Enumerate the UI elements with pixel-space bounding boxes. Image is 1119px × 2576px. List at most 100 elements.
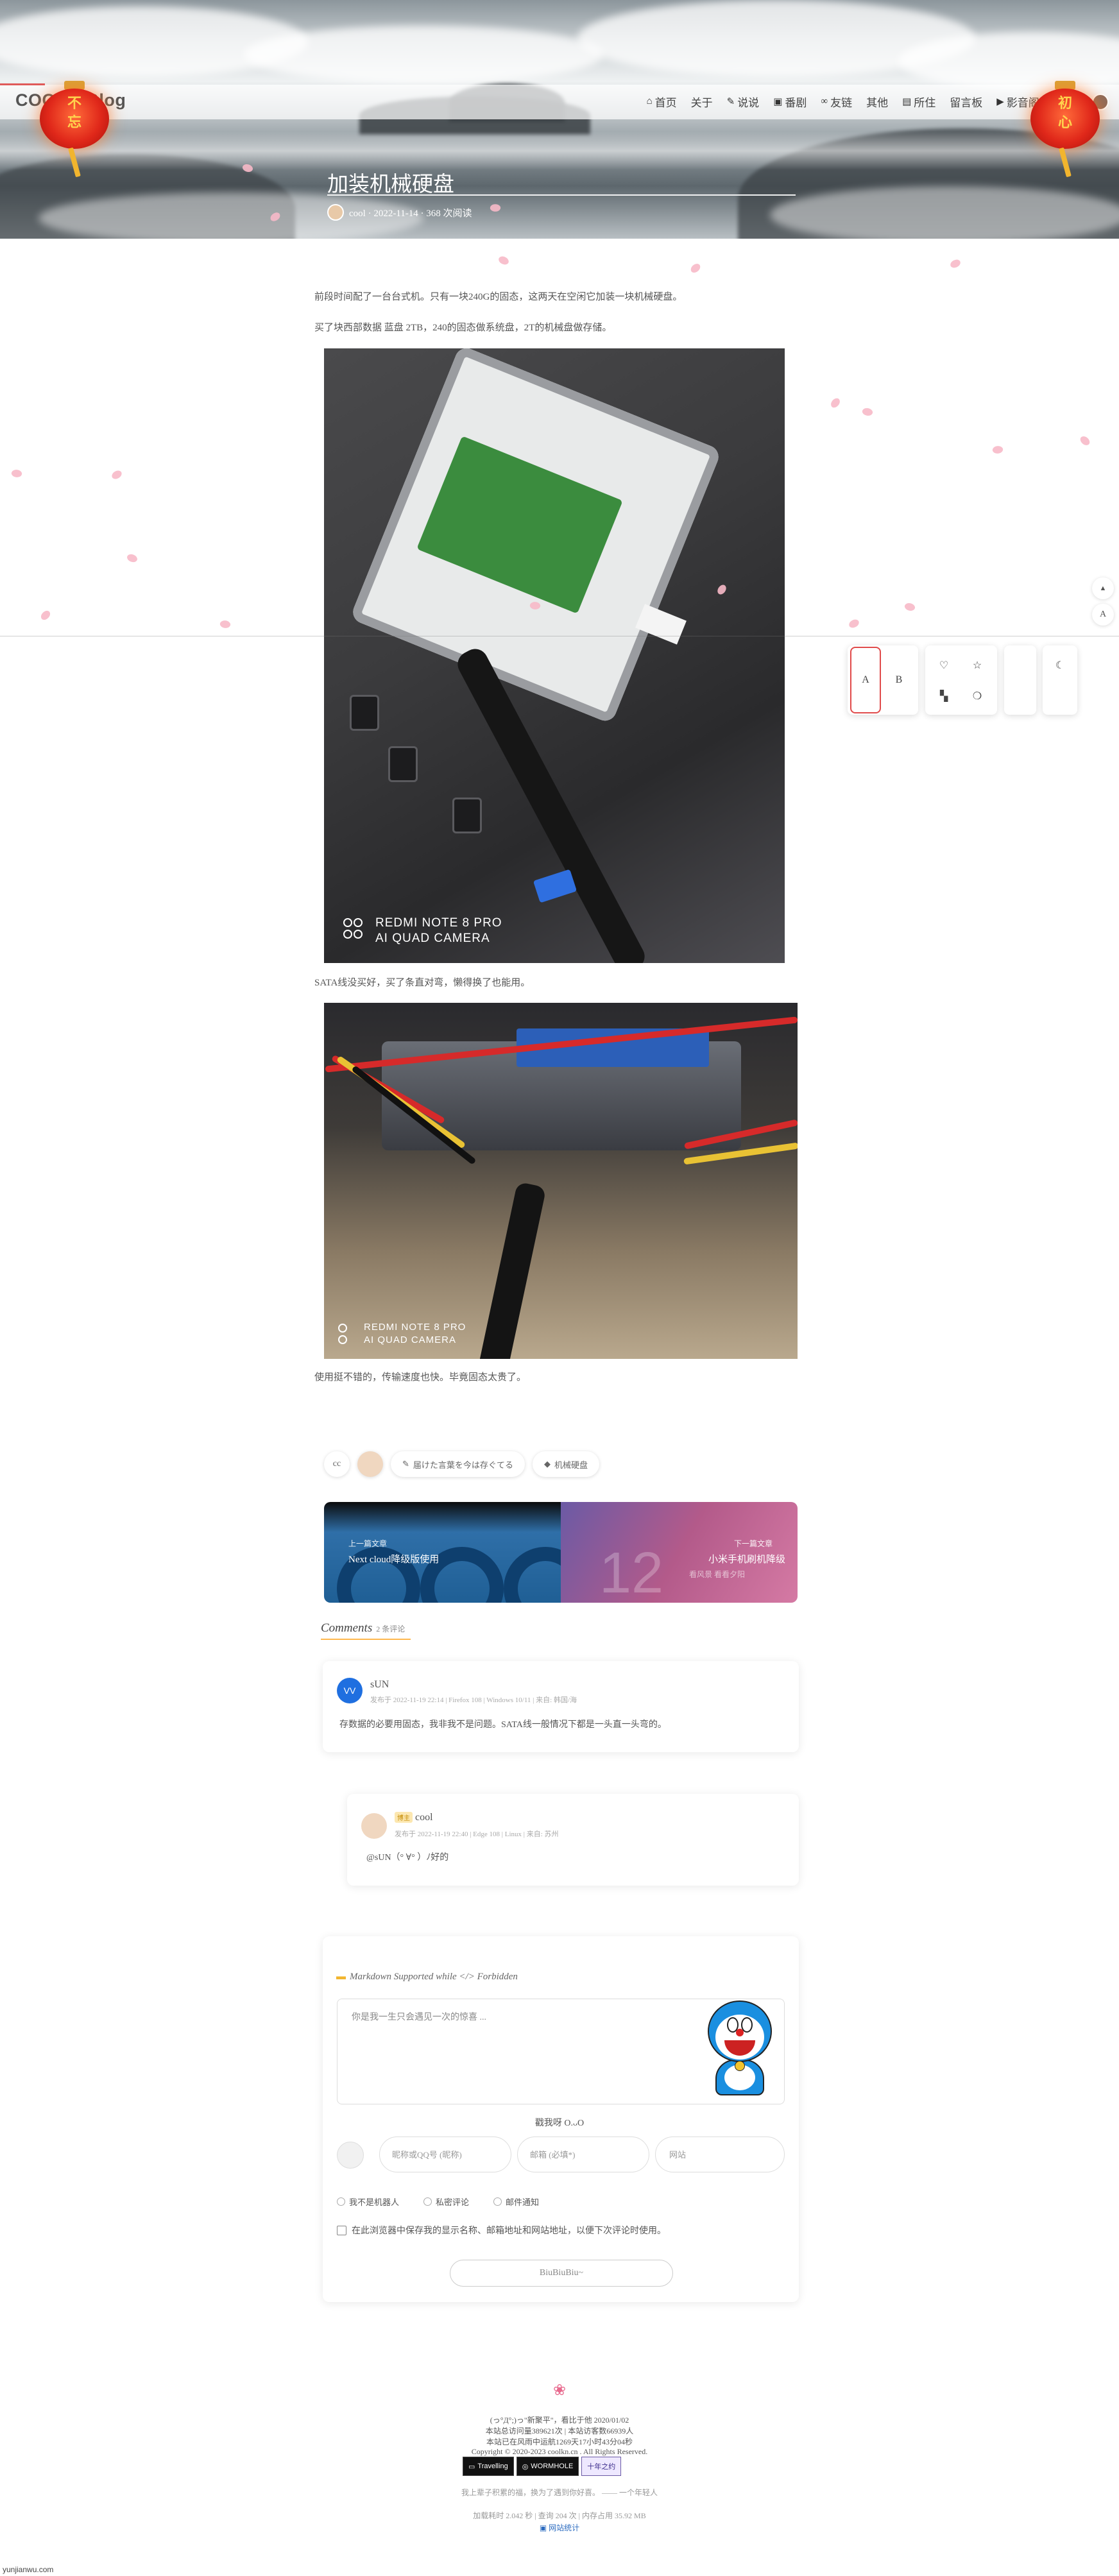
wormhole-icon: ◎ (522, 2462, 529, 2471)
comment-placeholder: 你是我一生只会遇见一次的惊喜 ... (352, 2013, 486, 2022)
star-icon[interactable]: ☆ (962, 651, 992, 680)
nav-item-shuoshuo[interactable]: ✎ 说说 (727, 94, 760, 110)
ten-year-badge[interactable]: 十年之约 (581, 2457, 622, 2476)
photo-watermark-2: REDMI NOTE 8 PRO AI QUAD CAMERA (364, 1322, 466, 1345)
chat-icon: ✎ (726, 97, 735, 107)
nav-item-about[interactable]: 关于 (691, 94, 713, 110)
post-meta: cool · 2022-11-14 · 368 次阅读 (327, 204, 472, 221)
link-icon: ∞ (821, 96, 828, 107)
post-title: 加装机械硬盘 (327, 173, 454, 196)
nav-item-other[interactable]: 其他 (866, 94, 888, 110)
play-icon: ▶ (996, 97, 1004, 107)
nav-menu: ⌂首页 关于 ✎说说 ▣番剧 ∞友链 其他 ▤所住 留言板 ▶影音阁 ▦归档 (647, 94, 1087, 110)
option-email-notify[interactable]: 邮件通知 (493, 2196, 539, 2208)
photo-watermark: REDMI NOTE 8 PRO AI QUAD CAMERA (375, 916, 502, 945)
author-avatar[interactable] (327, 204, 344, 221)
comment-card: VV sUN 发布于 2022-11-19 22:14 | Firefox 10… (323, 1661, 799, 1752)
font-size-button[interactable]: A (1092, 604, 1114, 626)
option-private[interactable]: 私密评论 (423, 2196, 469, 2208)
nav-item-guestbook[interactable]: 留言板 (950, 94, 982, 110)
cc-license-icon[interactable]: cc (324, 1451, 350, 1477)
paragraph-3: SATA线没买好，买了条直对弯，懒得换了也能用。 (314, 978, 531, 988)
post-tags-row: cc ✎ 届けた言葉を今は存ぐてる ◆ 机械硬盘 (324, 1451, 600, 1477)
footer-line-2: 本站总访问量389621次 | 本站访客数66939人 (485, 2427, 634, 2435)
lantern-right: 初心 (1030, 81, 1100, 178)
nav-item-home[interactable]: ⌂ 首页 (647, 94, 677, 110)
leaf-icon[interactable]: ❍ (962, 681, 992, 711)
font-b-button[interactable]: B (884, 647, 914, 713)
title-underline (327, 194, 796, 196)
comment-text: @sUN（° ∀° ）ﾉ好的 (366, 1853, 449, 1863)
font-icon: A (1099, 610, 1107, 619)
nav-item-residence[interactable]: ▤ 所住 (902, 94, 935, 110)
nav-item-links[interactable]: ∞ 友链 (821, 94, 852, 110)
prev-next-nav: 上一篇文章 Next cloud降级版使用 12 下一篇文章 小米手机刷机降级 … (324, 1502, 798, 1603)
dark-mode-widget: ☾ (1043, 645, 1077, 715)
blank-skin-widget[interactable] (1004, 645, 1036, 715)
comments-underline (321, 1639, 411, 1640)
lantern-left: 不忘 (40, 81, 109, 178)
commenter-name[interactable]: 博主 cool (395, 1812, 433, 1823)
checker-icon[interactable]: ▚ (929, 681, 959, 711)
save-info-checkbox[interactable] (337, 2225, 346, 2235)
font-switch-widget: A B (848, 645, 918, 715)
tag-icon: ◆ (544, 1459, 551, 1469)
keyboard-icon: ▬ (336, 1972, 346, 1982)
building-icon: ▤ (902, 97, 912, 107)
footer-stats: 加载耗时 2.042 秒 | 查询 204 次 | 内存占用 35.92 MB (473, 2511, 646, 2520)
photo-hdd-install[interactable]: REDMI NOTE 8 PRO AI QUAD CAMERA (324, 348, 785, 963)
theme-skin-widget: ♡ ☆ ▚ ❍ (925, 645, 997, 715)
comment-meta: 发布于 2022-11-19 22:40 | Edge 108 | Linux … (395, 1830, 559, 1838)
photo-sata-cable[interactable]: REDMI NOTE 8 PRO AI QUAD CAMERA (324, 1003, 798, 1359)
emoji-toggle-link[interactable]: 戳我呀 O.ᴗO (0, 2116, 1119, 2129)
post-meta-text: cool · 2022-11-14 · 368 次阅读 (349, 208, 472, 219)
paragraph-2: 买了块西部数据 蓝盘 2TB，240的固态做系统盘，2T的机械盘做存储。 (314, 323, 612, 333)
comment-meta: 发布于 2022-11-19 22:14 | Firefox 108 | Win… (370, 1696, 577, 1704)
nav-item-bangumi[interactable]: ▣ 番剧 (773, 94, 807, 110)
tag-pill[interactable]: ◆ 机械硬盘 (533, 1451, 600, 1477)
nav-accent-bar (0, 83, 45, 85)
submit-button[interactable]: BiuBiuBiu~ (450, 2260, 673, 2287)
comment-options: 我不是机器人 私密评论 邮件通知 (337, 2196, 539, 2208)
comments-heading: Comments 2 条评论 (321, 1621, 406, 1635)
arrow-up-icon: ▲ (1099, 584, 1107, 592)
author-avatar-button[interactable] (357, 1451, 383, 1477)
comment-text: 存数据的必要用固态，我非我不是问题。SATA线一般情况下都是一头直一头弯的。 (339, 1720, 667, 1730)
paragraph-1: 前段时间配了一台台式机。只有一块240G的固态，这两天在空闲它加装一块机械硬盘。 (314, 292, 683, 302)
comment-inputs-row: 昵称或QQ号 (昵称) 邮箱 (必填*) 网站 (337, 2137, 785, 2172)
next-post-card[interactable]: 12 下一篇文章 小米手机刷机降级 看风景 看看夕阳 (561, 1502, 798, 1603)
font-a-button[interactable]: A (850, 647, 881, 713)
travelling-badge[interactable]: ▭ Travelling (463, 2457, 514, 2476)
stats-icon: ▣ (539, 2523, 549, 2532)
pen-icon: ✎ (402, 1459, 409, 1469)
commenter-avatar[interactable]: VV (337, 1678, 363, 1703)
doraemon-image (701, 2000, 778, 2103)
commenter-avatar-preview (337, 2142, 364, 2169)
train-icon: ▭ (468, 2462, 475, 2471)
footer-line-3: 本站已在风雨中运航1269天17小时43分04秒 (486, 2437, 633, 2446)
admin-badge: 博主 (395, 1812, 413, 1823)
scroll-top-button[interactable]: ▲ (1092, 577, 1114, 599)
prev-post-card[interactable]: 上一篇文章 Next cloud降级版使用 (324, 1502, 587, 1603)
site-stats-link[interactable]: ▣ 网站统计 (0, 2522, 1119, 2533)
footer-badges: ▭ Travelling ◎ WORMHOLE 十年之约 (463, 2457, 622, 2476)
footer-copyright: Copyright © 2020-2023 coolkn.cn . All Ri… (471, 2447, 648, 2456)
commenter-name[interactable]: sUN (370, 1679, 389, 1691)
wormhole-badge[interactable]: ◎ WORMHOLE (516, 2457, 579, 2476)
home-icon: ⌂ (646, 96, 653, 107)
option-not-robot[interactable]: 我不是机器人 (337, 2196, 399, 2208)
footer-line-1: (っ°Д°;)っ"新聚平"，看比于他 2020/01/02 (490, 2416, 629, 2425)
tv-icon: ▣ (773, 97, 783, 107)
save-info-consent: 在此浏览器中保存我的显示名称、邮箱地址和网站地址，以便下次评论时使用。 (337, 2224, 666, 2237)
markdown-notice: ▬ Markdown Supported while </> Forbidden (336, 1972, 518, 1982)
footer-motto: 我上辈子积累的福，换为了遇到你好喜。 —— 一个年轻人 (461, 2488, 658, 2497)
paragraph-4: 使用挺不错的，传输速度也快。毕竟固态太贵了。 (314, 1372, 527, 1383)
moon-icon[interactable]: ☾ (1045, 651, 1075, 680)
hero-banner (0, 0, 1119, 239)
share-pill[interactable]: ✎ 届けた言葉を今は存ぐてる (391, 1451, 525, 1477)
sakura-icon: ❀ (553, 2382, 567, 2399)
corner-watermark: yunjianwu.com (3, 2565, 54, 2574)
comment-reply-card: 博主 cool 发布于 2022-11-19 22:40 | Edge 108 |… (347, 1794, 799, 1886)
heart-icon[interactable]: ♡ (929, 651, 959, 680)
commenter-avatar[interactable] (361, 1813, 387, 1839)
